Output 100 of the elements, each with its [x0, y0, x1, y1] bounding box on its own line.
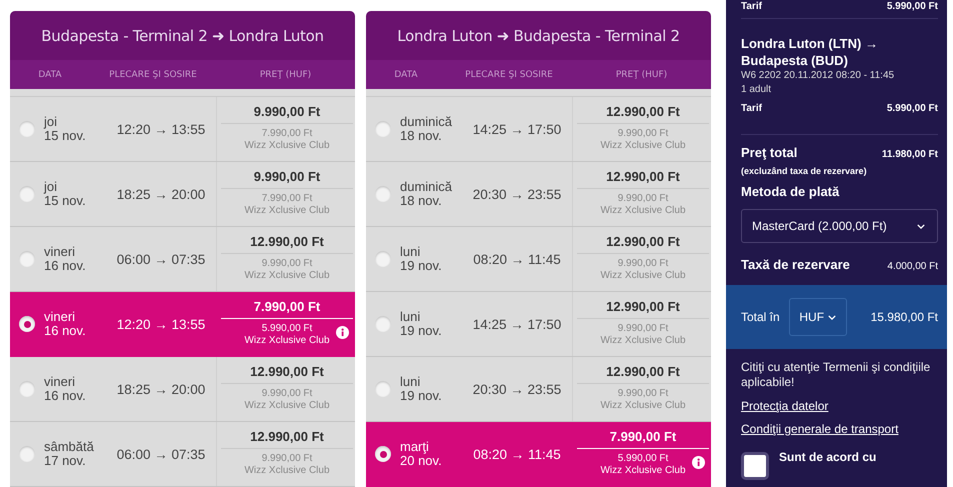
radio-button[interactable] — [19, 251, 35, 267]
club-price: 9.990,00 Ft — [618, 258, 668, 270]
club-price: 9.990,00 Ft — [618, 128, 668, 140]
day-name: sâmbătă — [44, 440, 95, 454]
flight-date: 20 nov. — [400, 454, 443, 468]
flight-date: 16 nov. — [44, 324, 87, 338]
flight-times: 18:25 → 20:00 — [116, 186, 206, 202]
fare-price: 12.990,00 Ft — [577, 298, 709, 319]
route-title: Budapesta - Terminal 2 ➜ Londra Luton — [10, 11, 355, 60]
fare-price: 7.990,00 Ft — [221, 298, 353, 319]
flight-row[interactable]: vineri 16 nov. 18:25 → 20:00 12.990,00 Ft 9.990,00 Ft Wizz Xclusive Club — [10, 357, 355, 422]
payment-select[interactable]: MasterCard (2.000,00 Ft) — [741, 209, 938, 243]
fare-price: 9.990,00 Ft — [221, 168, 353, 189]
agree-checkbox[interactable] — [741, 452, 769, 480]
flight-times: 20:30 → 23:55 — [472, 382, 562, 396]
club-price: 7.990,00 Ft — [262, 128, 312, 140]
info-icon[interactable] — [336, 326, 349, 339]
fare-price: 12.990,00 Ft — [577, 103, 709, 124]
club-price: 9.990,00 Ft — [262, 258, 312, 270]
flight-row[interactable]: luni 19 nov. 08:20 → 11:45 12.990,00 Ft 9.990,00 Ft Wizz Xclusive Club — [366, 227, 711, 292]
column-header: PREŢ (HUF) — [616, 70, 668, 80]
currency-select[interactable]: HUF — [788, 298, 847, 336]
flight-row[interactable]: sâmbătă 17 nov. 06:00 → 07:35 12.990,00 Ft 9.990,00 Ft Wizz Xclusive Club — [10, 422, 355, 487]
fare-amount: 5.990,00 Ft — [886, 1, 938, 12]
column-header: PLECARE ŞI SOSIRE — [109, 70, 197, 80]
fare-price: 9.990,00 Ft — [221, 103, 353, 124]
radio-button[interactable] — [19, 186, 35, 202]
flight-date: 15 nov. — [44, 194, 87, 208]
club-label: Wizz Xclusive Club — [244, 205, 330, 217]
fare-price: 12.990,00 Ft — [221, 363, 353, 384]
flight-date: 15 nov. — [44, 129, 87, 143]
radio-button[interactable] — [375, 381, 391, 397]
day-name: joi — [44, 180, 58, 194]
terms-link[interactable]: Condiţii generale de transport — [741, 422, 898, 436]
fare-amount: 5.990,00 Ft — [886, 103, 938, 114]
day-name: luni — [400, 245, 422, 259]
radio-button[interactable] — [375, 186, 391, 202]
club-price: 9.990,00 Ft — [618, 193, 668, 205]
radio-button[interactable] — [375, 446, 391, 462]
total-label: Preţ total — [741, 145, 798, 160]
club-label: Wizz Xclusive Club — [600, 205, 686, 217]
grand-total: 15.980,00 Ft — [870, 310, 938, 324]
day-name: marţi — [400, 440, 430, 454]
flight-times: 06:00 → 07:35 — [116, 446, 206, 462]
fare-price: 7.990,00 Ft — [577, 428, 709, 449]
day-name: duminică — [400, 115, 454, 129]
flight-times: 12:20 → 13:55 — [116, 316, 206, 332]
terms-link[interactable]: Protecţia datelor — [741, 399, 828, 413]
selected-flight-row[interactable]: marţi 20 nov. 08:20 → 11:45 7.990,00 Ft 5.990,00 Ft Wizz Xclusive Club — [366, 422, 711, 487]
club-label: Wizz Xclusive Club — [600, 465, 686, 477]
club-label: Wizz Xclusive Club — [244, 270, 330, 282]
flight-row[interactable]: duminică 18 nov. 14:25 → 17:50 12.990,00 Ft 9.990,00 Ft Wizz Xclusive Club — [366, 97, 711, 162]
club-label: Wizz Xclusive Club — [600, 270, 686, 282]
day-name: luni — [400, 310, 422, 324]
passenger-count: 1 adult — [741, 83, 772, 97]
fare-label: Tarif — [741, 1, 762, 12]
club-price: 9.990,00 Ft — [262, 453, 312, 465]
fare-price: 12.990,00 Ft — [221, 428, 353, 449]
column-header: DATA — [38, 70, 62, 80]
fare-price: 12.990,00 Ft — [221, 233, 353, 254]
flight-row[interactable]: joi 15 nov. 12:20 → 13:55 9.990,00 Ft 7.990,00 Ft Wizz Xclusive Club — [10, 97, 355, 162]
column-header: PREŢ (HUF) — [260, 70, 312, 80]
info-icon[interactable] — [692, 456, 705, 469]
flight-times: 14:25 → 17:50 — [472, 122, 562, 136]
fee-amount: 4.000,00 Ft — [887, 261, 938, 272]
flight-row[interactable]: luni 19 nov. 14:25 → 17:50 12.990,00 Ft 9.990,00 Ft Wizz Xclusive Club — [366, 292, 711, 357]
flight-date: 19 nov. — [400, 324, 443, 338]
day-name: joi — [44, 115, 58, 129]
club-price: 9.990,00 Ft — [618, 323, 668, 335]
club-price: 5.990,00 Ft — [618, 453, 668, 465]
flight-times: 14:25 → 17:50 — [472, 316, 562, 332]
flight-times: 20:30 → 23:55 — [472, 186, 562, 202]
flight-date: 18 nov. — [400, 194, 443, 208]
day-name: vineri — [44, 375, 76, 389]
club-label: Wizz Xclusive Club — [244, 465, 330, 477]
flight-date: 19 nov. — [400, 389, 443, 403]
flight-date: 19 nov. — [400, 259, 443, 273]
club-price: 9.990,00 Ft — [618, 388, 668, 400]
route-title: Londra Luton ➜ Budapesta - Terminal 2 — [366, 11, 711, 60]
radio-button[interactable] — [19, 381, 35, 397]
radio-button[interactable] — [19, 316, 35, 332]
club-label: Wizz Xclusive Club — [244, 335, 330, 347]
flight-date: 17 nov. — [44, 454, 87, 468]
flight-date: 16 nov. — [44, 259, 87, 273]
radio-button[interactable] — [375, 251, 391, 267]
day-name: duminică — [400, 180, 454, 194]
column-header: DATA — [394, 70, 418, 80]
radio-button[interactable] — [19, 446, 35, 462]
flight-row[interactable]: joi 15 nov. 18:25 → 20:00 9.990,00 Ft 7.990,00 Ft Wizz Xclusive Club — [10, 162, 355, 227]
club-label: Wizz Xclusive Club — [244, 400, 330, 412]
radio-button[interactable] — [375, 121, 391, 137]
radio-button[interactable] — [375, 316, 391, 332]
flight-row[interactable]: duminică 18 nov. 20:30 → 23:55 12.990,00 Ft 9.990,00 Ft Wizz Xclusive Club — [366, 162, 711, 227]
fare-label: Tarif — [741, 103, 762, 114]
flight-date: 18 nov. — [400, 129, 443, 143]
chevron-icon — [828, 314, 836, 320]
fee-label: Taxă de rezervare — [741, 257, 850, 272]
selected-flight-row[interactable]: vineri 16 nov. 12:20 → 13:55 7.990,00 Ft 5.990,00 Ft Wizz Xclusive Club — [10, 292, 355, 357]
radio-button[interactable] — [19, 121, 35, 137]
flight-times: 08:20 → 11:45 — [472, 252, 562, 266]
